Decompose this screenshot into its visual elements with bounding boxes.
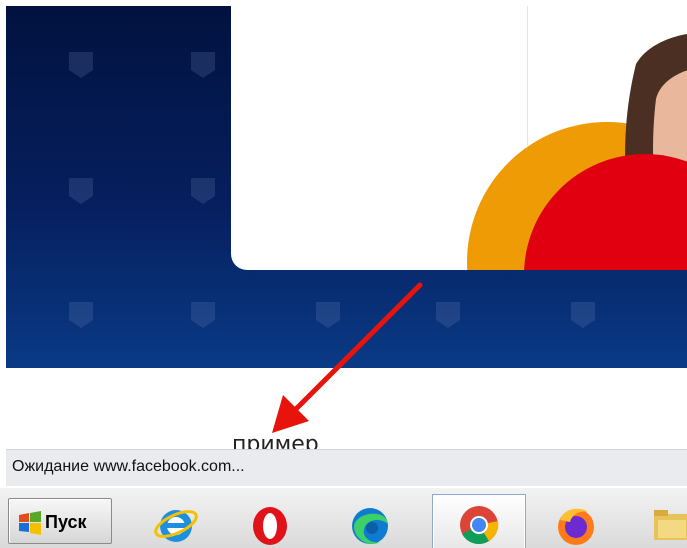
opera-icon	[253, 507, 287, 545]
status-text: Ожидание www.facebook.com...	[12, 458, 245, 475]
pattern-icon	[191, 52, 215, 78]
taskbar-app-internet-explorer[interactable]	[146, 494, 206, 548]
pattern-icon	[69, 178, 93, 204]
pattern-icon	[316, 302, 340, 328]
facebook-cover-banner: Юлия	[6, 6, 687, 368]
taskbar-app-firefox[interactable]	[544, 494, 604, 548]
taskbar: Пуск	[0, 486, 687, 548]
screenshot: Юлия пример Ожидание www.facebook.com...…	[0, 0, 687, 548]
taskbar-app-edge[interactable]	[340, 494, 400, 548]
start-button[interactable]: Пуск	[8, 498, 112, 544]
profile-card	[231, 6, 687, 270]
pattern-icon	[191, 178, 215, 204]
chrome-icon	[460, 506, 499, 545]
pattern-icon	[436, 302, 460, 328]
taskbar-app-chrome[interactable]	[432, 494, 526, 548]
firefox-icon	[558, 508, 594, 545]
pattern-icon	[191, 302, 215, 328]
edge-icon	[352, 508, 388, 545]
profile-name-label: Юлия	[385, 242, 461, 268]
taskbar-app-explorer[interactable]	[640, 494, 687, 548]
start-label: Пуск	[45, 512, 87, 532]
folder-icon	[654, 510, 687, 540]
card-divider	[527, 6, 528, 146]
pattern-icon	[571, 302, 595, 328]
windows-logo-icon	[19, 511, 41, 535]
pattern-icon	[69, 302, 93, 328]
internet-explorer-icon	[154, 510, 198, 542]
taskbar-app-opera[interactable]	[240, 494, 300, 548]
pattern-icon	[69, 52, 93, 78]
browser-status-bar: Ожидание www.facebook.com...	[6, 449, 687, 486]
